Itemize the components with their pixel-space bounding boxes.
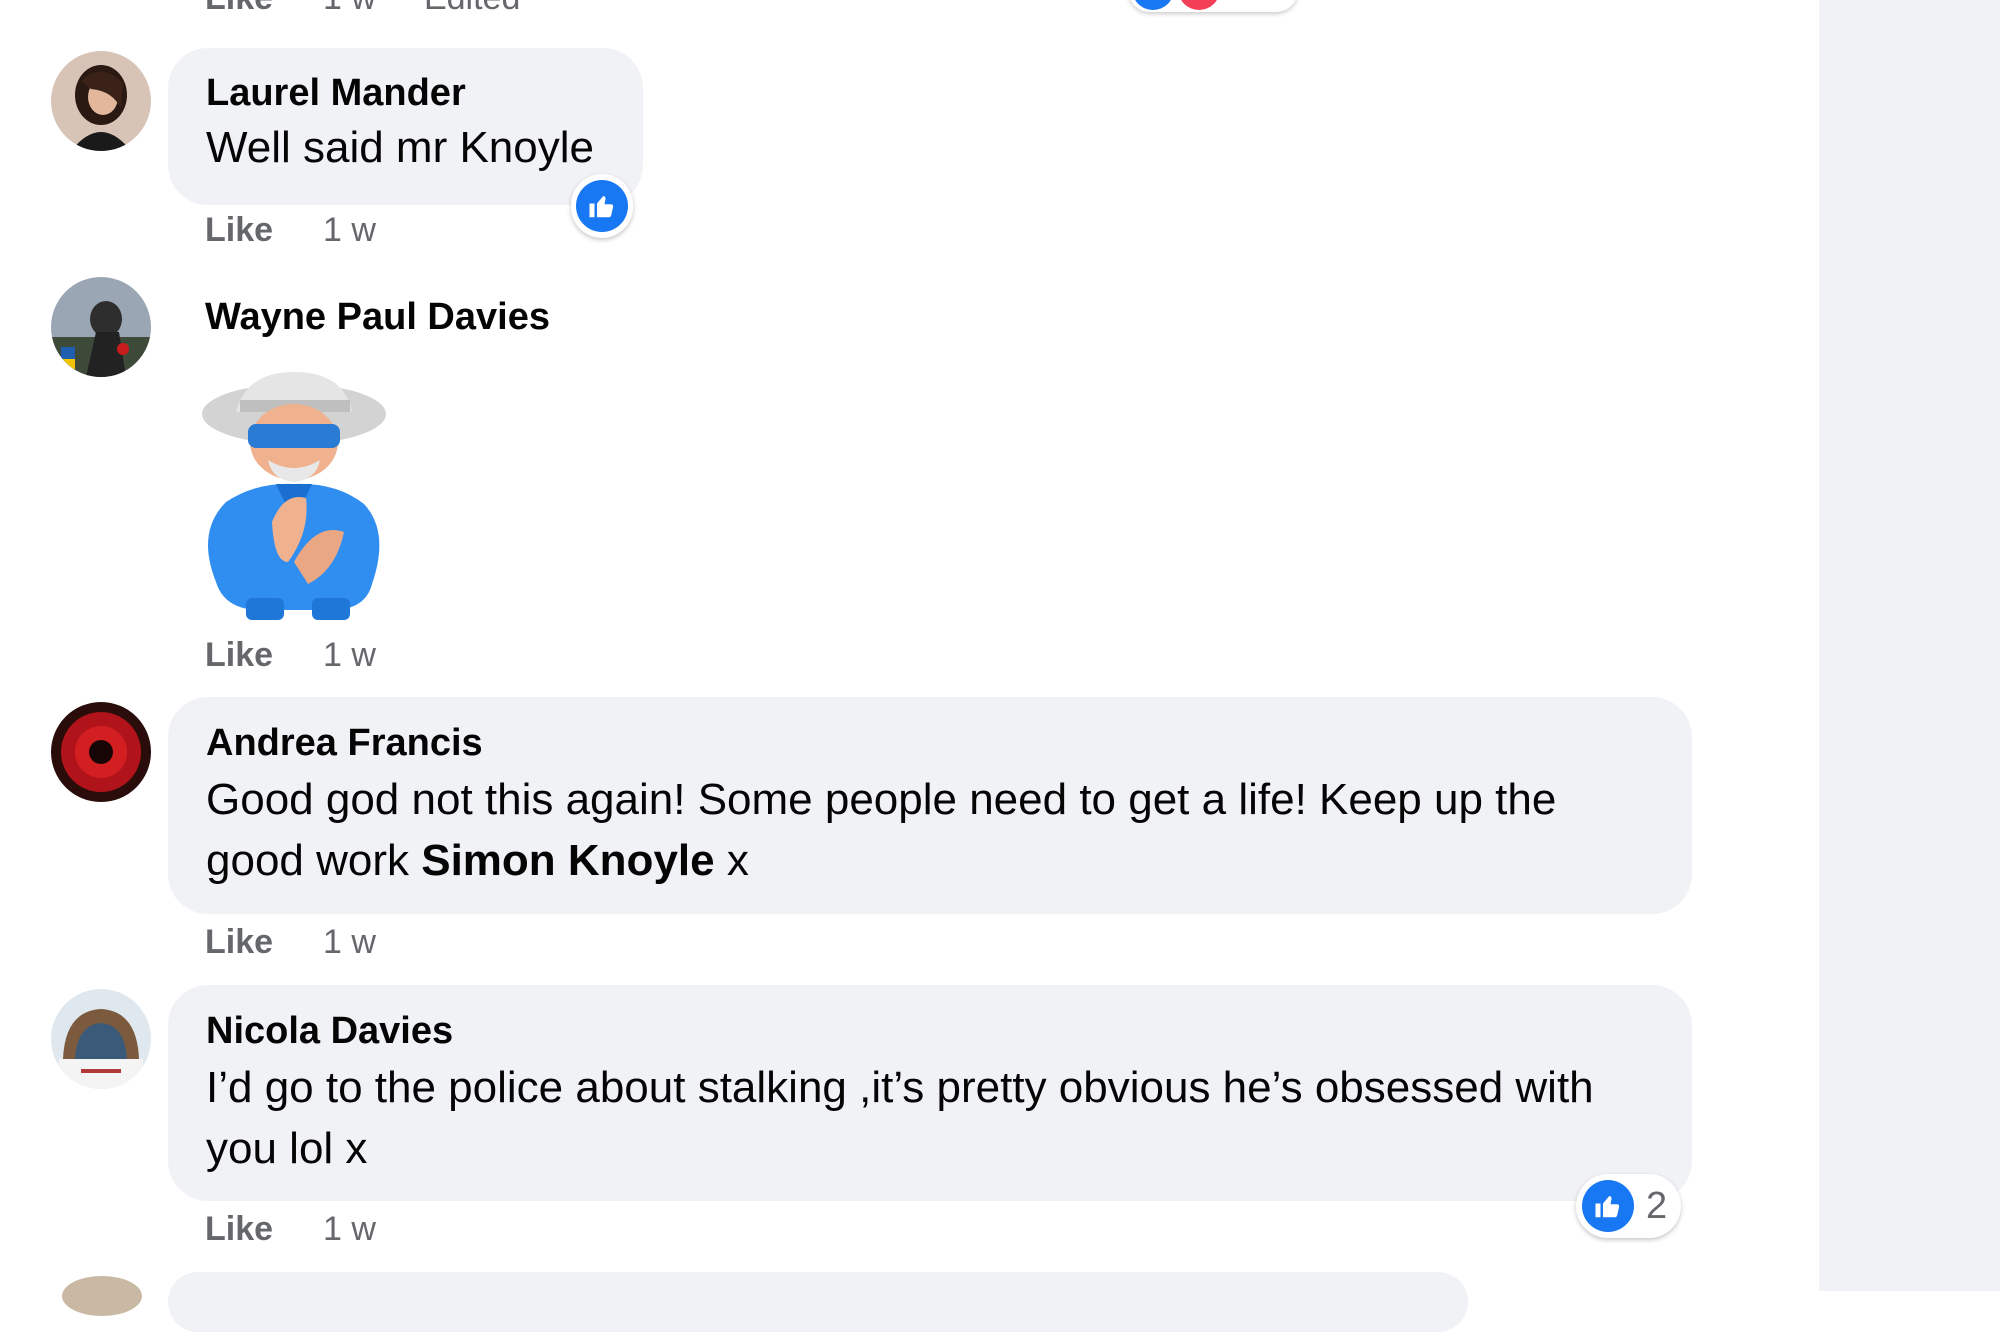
comment-author[interactable]: Wayne Paul Davies [205, 296, 550, 339]
mention-link[interactable]: Simon Knoyle [421, 836, 714, 885]
comment-time[interactable]: 1 w [323, 0, 376, 18]
comment-text: Well said mr Knoyle [206, 123, 594, 172]
avatar[interactable] [62, 1276, 142, 1316]
comment-author[interactable]: Nicola Davies [206, 1010, 1654, 1053]
comment-time[interactable]: 1 w [323, 923, 376, 962]
right-sidebar-background [1819, 0, 2000, 1291]
reaction-count: 2 [1646, 1184, 1668, 1227]
comment-author[interactable]: Laurel Mander [206, 72, 605, 115]
comment-bubble: Nicola Davies I’d go to the police about… [168, 985, 1692, 1201]
avatar[interactable] [51, 277, 151, 377]
avatar[interactable] [51, 989, 151, 1089]
love-reaction-icon [1178, 0, 1220, 10]
comment-text-part: x [714, 836, 749, 885]
like-icon [1582, 1180, 1634, 1232]
reaction-badge[interactable] [571, 174, 633, 238]
comment-actions: Like 1 w [205, 208, 376, 252]
previous-comment-actions: Like 1 w Edited [205, 0, 520, 18]
avatar[interactable] [51, 51, 151, 151]
like-link[interactable]: Like [205, 636, 273, 675]
comments-list: Like 1 w Edited Laurel Mander Well said … [0, 0, 1819, 1332]
comment-actions: Like 1 w [205, 633, 376, 677]
comment-actions: Like 1 w [205, 920, 376, 964]
comment-text: I’d go to the police about stalking ,it’… [206, 1063, 1594, 1173]
like-link[interactable]: Like [205, 211, 273, 250]
comment-author[interactable]: Andrea Francis [206, 722, 1654, 765]
comment-bubble: Laurel Mander Well said mr Knoyle [168, 48, 643, 205]
comment-bubble [168, 1272, 1468, 1332]
comment-time[interactable]: 1 w [323, 1210, 376, 1249]
edited-label: Edited [424, 0, 520, 18]
like-link[interactable]: Like [205, 923, 273, 962]
previous-comment-reactions[interactable] [1128, 0, 1298, 12]
like-icon [576, 180, 628, 232]
like-reaction-icon [1132, 0, 1174, 10]
clapping-old-man-sticker [176, 372, 398, 622]
comment-text: Good god not this again! Some people nee… [206, 769, 1654, 891]
like-link[interactable]: Like [205, 1210, 273, 1249]
avatar[interactable] [51, 702, 151, 802]
like-link[interactable]: Like [205, 0, 273, 18]
comment-time[interactable]: 1 w [323, 636, 376, 675]
comment-bubble: Andrea Francis Good god not this again! … [168, 697, 1692, 914]
reaction-badge[interactable]: 2 [1576, 1174, 1682, 1238]
comment-time[interactable]: 1 w [323, 211, 376, 250]
comment-text-part: Good god not this again! Some people nee… [206, 775, 1557, 885]
comment-actions: Like 1 w [205, 1207, 376, 1251]
